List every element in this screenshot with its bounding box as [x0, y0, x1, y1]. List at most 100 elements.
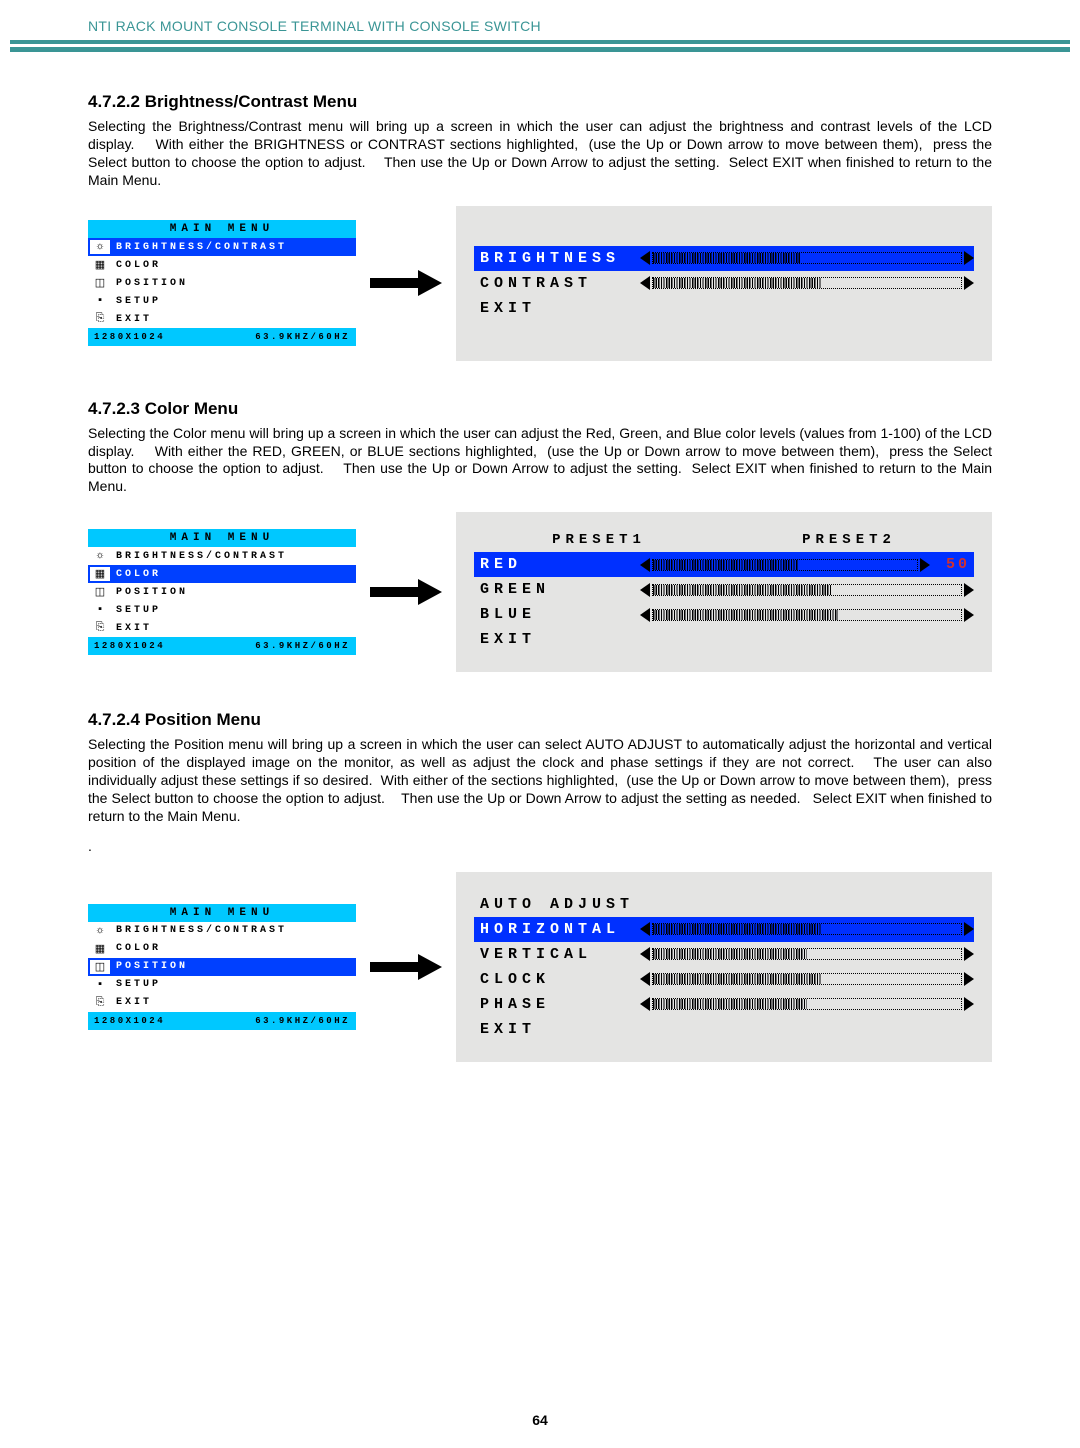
arrow-icon	[370, 954, 442, 980]
slider[interactable]	[640, 922, 974, 936]
menu-item-label: COLOR	[110, 569, 161, 580]
slider-right-icon[interactable]	[964, 251, 974, 265]
slider-right-icon[interactable]	[964, 583, 974, 597]
slider-track	[652, 252, 962, 264]
menu-item-label: POSITION	[110, 961, 188, 972]
menu-item-setup[interactable]: ▪ SETUP	[88, 292, 356, 310]
menu-item-label: BRIGHTNESS/CONTRAST	[110, 551, 287, 562]
submenu-item-label: EXIT	[474, 1021, 640, 1038]
slider-right-icon[interactable]	[964, 947, 974, 961]
menu-item-label: SETUP	[110, 605, 161, 616]
slider[interactable]	[640, 558, 930, 572]
slider-track	[652, 277, 962, 289]
slider-right-icon[interactable]	[964, 608, 974, 622]
slider-right-icon[interactable]	[920, 558, 930, 572]
menu-item-setup[interactable]: ▪ SETUP	[88, 976, 356, 994]
submenu-item-blue[interactable]: BLUE	[474, 602, 974, 627]
slider-left-icon[interactable]	[640, 922, 650, 936]
slider[interactable]	[640, 997, 974, 1011]
menu-item-brightness-contrast[interactable]: ☼ BRIGHTNESS/CONTRAST	[88, 922, 356, 940]
preset2-label[interactable]: PRESET2	[802, 532, 896, 548]
submenu-item-brightness[interactable]: BRIGHTNESS	[474, 246, 974, 271]
menu-item-label: EXIT	[110, 623, 152, 634]
menu-item-brightness-contrast[interactable]: ☼ BRIGHTNESS/CONTRAST	[88, 547, 356, 565]
menu-item-exit[interactable]: ⎘ EXIT	[88, 619, 356, 637]
figure-brightness: MAIN MENU ☼ BRIGHTNESS/CONTRAST ▦ COLOR …	[88, 206, 992, 361]
slider[interactable]	[640, 583, 974, 597]
submenu-item-label: BLUE	[474, 606, 640, 623]
submenu-item-value: 50	[930, 556, 974, 573]
palette-icon: ▦	[90, 567, 110, 581]
status-resolution: 1280X1024	[94, 1016, 165, 1026]
submenu-item-green[interactable]: GREEN	[474, 577, 974, 602]
menu-item-position[interactable]: ◫ POSITION	[88, 583, 356, 601]
slider-left-icon[interactable]	[640, 583, 650, 597]
slider-left-icon[interactable]	[640, 972, 650, 986]
menu-item-exit[interactable]: ⎘ EXIT	[88, 994, 356, 1012]
brightness-submenu: BRIGHTNESS CONTRAST EXIT	[456, 206, 992, 361]
submenu-item-red[interactable]: RED 50	[474, 552, 974, 577]
menu-item-label: POSITION	[110, 278, 188, 289]
menu-status-bar: 1280X1024 63.9KHZ/60HZ	[88, 1012, 356, 1030]
slider[interactable]	[640, 251, 974, 265]
figure-position: MAIN MENU ☼ BRIGHTNESS/CONTRAST ▦ COLOR …	[88, 872, 992, 1062]
slider[interactable]	[640, 972, 974, 986]
slider-left-icon[interactable]	[640, 251, 650, 265]
slider[interactable]	[640, 276, 974, 290]
submenu-item-exit[interactable]: EXIT	[474, 1017, 974, 1042]
slider-left-icon[interactable]	[640, 997, 650, 1011]
slider-track	[652, 948, 962, 960]
submenu-item-exit[interactable]: EXIT	[474, 296, 974, 321]
submenu-item-horizontal[interactable]: HORIZONTAL	[474, 917, 974, 942]
sun-icon: ☼	[90, 924, 110, 938]
submenu-item-clock[interactable]: CLOCK	[474, 967, 974, 992]
menu-item-color[interactable]: ▦ COLOR	[88, 940, 356, 958]
menu-item-exit[interactable]: ⎘ EXIT	[88, 310, 356, 328]
palette-icon: ▦	[90, 258, 110, 272]
stray-dot: .	[88, 838, 992, 856]
slider-right-icon[interactable]	[964, 997, 974, 1011]
menu-item-brightness-contrast[interactable]: ☼ BRIGHTNESS/CONTRAST	[88, 238, 356, 256]
submenu-item-label: VERTICAL	[474, 946, 640, 963]
submenu-item-label: CLOCK	[474, 971, 640, 988]
slider-right-icon[interactable]	[964, 972, 974, 986]
exit-icon: ⎘	[90, 621, 110, 635]
slider-track	[652, 973, 962, 985]
submenu-item-auto-adjust[interactable]: AUTO ADJUST	[474, 892, 974, 917]
main-menu-panel: MAIN MENU ☼ BRIGHTNESS/CONTRAST ▦ COLOR …	[88, 529, 356, 655]
main-menu-title: MAIN MENU	[88, 529, 356, 547]
slider-left-icon[interactable]	[640, 608, 650, 622]
submenu-item-vertical[interactable]: VERTICAL	[474, 942, 974, 967]
slider-left-icon[interactable]	[640, 947, 650, 961]
setup-icon: ▪	[90, 978, 110, 992]
menu-item-color[interactable]: ▦ COLOR	[88, 256, 356, 274]
submenu-item-label: BRIGHTNESS	[474, 250, 640, 267]
menu-item-position[interactable]: ◫ POSITION	[88, 958, 356, 976]
slider-right-icon[interactable]	[964, 922, 974, 936]
submenu-item-contrast[interactable]: CONTRAST	[474, 271, 974, 296]
slider[interactable]	[640, 947, 974, 961]
slider-right-icon[interactable]	[964, 276, 974, 290]
slider-track	[652, 923, 962, 935]
submenu-item-exit[interactable]: EXIT	[474, 627, 974, 652]
slider-left-icon[interactable]	[640, 276, 650, 290]
status-resolution: 1280X1024	[94, 641, 165, 651]
menu-item-setup[interactable]: ▪ SETUP	[88, 601, 356, 619]
slider-track	[652, 998, 962, 1010]
page-header: NTI RACK MOUNT CONSOLE TERMINAL WITH CON…	[0, 0, 1080, 40]
menu-item-label: COLOR	[110, 943, 161, 954]
preset1-label[interactable]: PRESET1	[552, 532, 646, 548]
menu-item-position[interactable]: ◫ POSITION	[88, 274, 356, 292]
section-body-position: Selecting the Position menu will bring u…	[88, 736, 992, 826]
menu-item-color[interactable]: ▦ COLOR	[88, 565, 356, 583]
menu-item-label: SETUP	[110, 979, 161, 990]
submenu-item-label: RED	[474, 556, 640, 573]
slider[interactable]	[640, 608, 974, 622]
menu-item-label: EXIT	[110, 997, 152, 1008]
slider-left-icon[interactable]	[640, 558, 650, 572]
menu-item-label: BRIGHTNESS/CONTRAST	[110, 925, 287, 936]
status-frequency: 63.9KHZ/60HZ	[255, 641, 350, 651]
menu-item-label: POSITION	[110, 587, 188, 598]
setup-icon: ▪	[90, 603, 110, 617]
submenu-item-phase[interactable]: PHASE	[474, 992, 974, 1017]
